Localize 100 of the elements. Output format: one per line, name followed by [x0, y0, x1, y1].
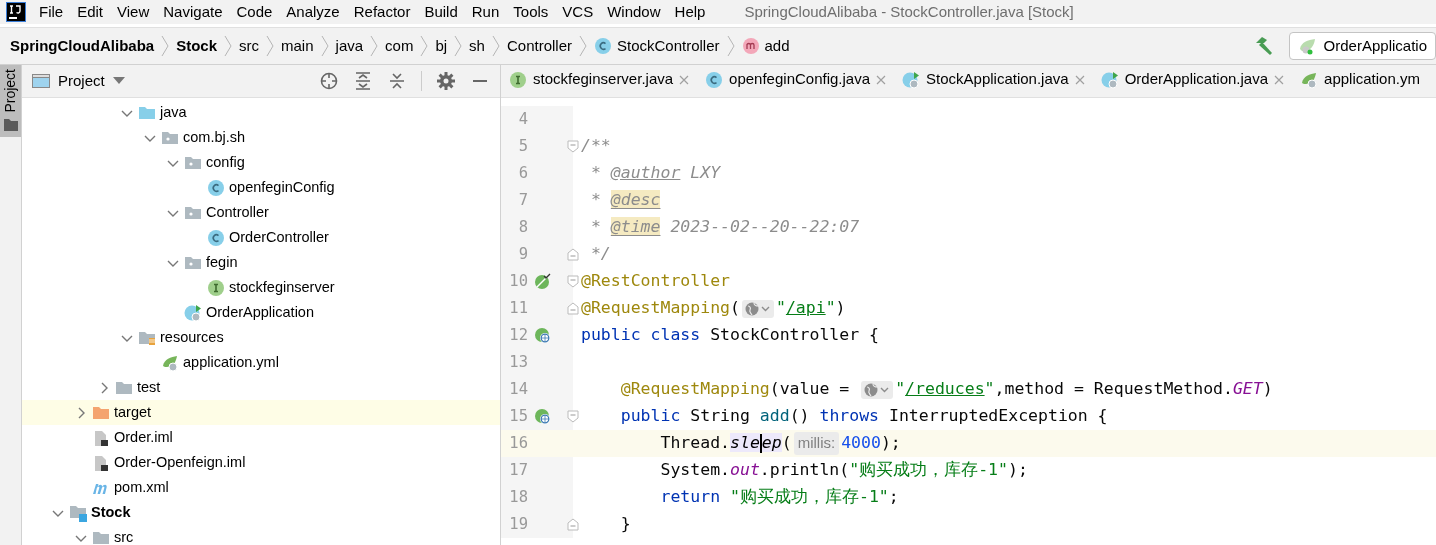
tree-item[interactable]: Order.iml	[22, 425, 500, 450]
tree-item[interactable]: stockfeginserver	[22, 275, 500, 300]
code-text: /**	[581, 135, 611, 158]
code-text: * @author LXY	[589, 162, 721, 185]
code-text: "/reduces",method = RequestMethod.GET)	[895, 378, 1273, 401]
spring-class-icon	[902, 70, 921, 89]
breadcrumb-link[interactable]: src	[239, 34, 260, 58]
menu-item[interactable]: Analyze	[279, 1, 347, 23]
app-logo-icon	[6, 2, 26, 22]
line-number: 11	[508, 297, 528, 319]
tree-item[interactable]: Order-Openfeign.iml	[22, 450, 500, 475]
breadcrumb-link[interactable]: StockController	[594, 34, 720, 58]
tree-item[interactable]: config	[22, 150, 500, 175]
run-config-selector[interactable]: OrderApplicatio	[1288, 32, 1436, 60]
chevron-icon	[420, 34, 429, 58]
line-number: 15	[508, 405, 528, 427]
editor-tab[interactable]: stockfeginserver.java	[501, 65, 698, 97]
tree-item[interactable]: target	[22, 400, 500, 425]
tree-item[interactable]: Stock	[22, 500, 500, 525]
locate-icon[interactable]	[319, 71, 339, 91]
fold-marker-icon[interactable]	[567, 518, 579, 531]
menu-item[interactable]: Navigate	[156, 1, 230, 23]
chevron-icon	[266, 34, 275, 58]
line-number: 18	[508, 486, 528, 508]
menu-item[interactable]: File	[32, 1, 71, 23]
fold-marker-icon[interactable]	[567, 302, 579, 315]
fold-marker-icon[interactable]	[567, 410, 579, 423]
breadcrumb-link[interactable]: Stock	[176, 34, 218, 58]
web-endpoint-icon[interactable]	[534, 327, 551, 344]
settings-icon[interactable]	[436, 71, 456, 91]
url-inlay-button[interactable]	[741, 299, 774, 318]
text-cursor	[759, 434, 762, 453]
method-icon	[741, 37, 760, 55]
menu-item[interactable]: Help	[667, 1, 713, 23]
code-text: ep(	[761, 432, 792, 455]
bean-icon[interactable]	[534, 273, 551, 290]
chevron-icon	[161, 34, 170, 58]
collapse-all-icon[interactable]	[387, 71, 407, 91]
line-number: 6	[517, 162, 528, 184]
class-icon	[594, 37, 612, 55]
close-icon[interactable]	[679, 74, 690, 85]
tree-item[interactable]: src	[22, 525, 500, 545]
menu-item[interactable]: Window	[600, 1, 668, 23]
tree-item[interactable]: test	[22, 375, 500, 400]
editor-tab[interactable]: StockApplication.java	[894, 65, 1093, 97]
line-number: 9	[517, 243, 528, 265]
fold-marker-icon[interactable]	[567, 140, 579, 153]
fold-marker-icon[interactable]	[567, 248, 579, 261]
menu-item[interactable]: View	[110, 1, 157, 23]
code-text: }	[619, 513, 631, 536]
line-number: 16	[508, 432, 528, 454]
spring-leaf-icon	[1300, 70, 1319, 89]
expand-all-icon[interactable]	[353, 71, 373, 91]
editor-tab[interactable]: application.ym	[1292, 65, 1428, 97]
close-icon[interactable]	[1074, 74, 1085, 85]
code-text: System.out.println("购买成功，库存-1");	[659, 459, 1028, 482]
menu-item[interactable]: Tools	[506, 1, 556, 23]
module-file-icon	[92, 428, 110, 447]
dropdown-caret-icon	[112, 77, 125, 85]
editor-tab[interactable]: openfeginConfig.java	[697, 65, 895, 97]
line-number: 17	[508, 459, 528, 481]
view-selector[interactable]: Project	[32, 69, 125, 93]
tree-item[interactable]: openfeginConfig	[22, 175, 500, 200]
tree-item[interactable]: fegin	[22, 250, 500, 275]
breadcrumb-link[interactable]: main	[281, 34, 314, 58]
tree-item[interactable]: application.yml	[22, 350, 500, 375]
breadcrumb-link[interactable]: java	[335, 34, 364, 58]
breadcrumb-link[interactable]: sh	[469, 34, 485, 58]
url-inlay-button[interactable]	[861, 380, 894, 399]
tool-window-tab[interactable]: Project	[0, 65, 21, 137]
breadcrumb-link[interactable]: com	[385, 34, 414, 58]
tree-item[interactable]: resources	[22, 325, 500, 350]
menu-item[interactable]: VCS	[555, 1, 601, 23]
line-number: 10	[508, 270, 528, 292]
menu-item[interactable]: Run	[464, 1, 507, 23]
module-icon	[69, 503, 87, 522]
breadcrumb-link[interactable]: add	[741, 34, 790, 58]
menu-item[interactable]: Edit	[70, 1, 111, 23]
breadcrumb-link[interactable]: Controller	[506, 34, 572, 58]
tree-item[interactable]: com.bj.sh	[22, 125, 500, 150]
class-icon	[705, 70, 724, 89]
tree-item[interactable]: Controller	[22, 200, 500, 225]
menu-item[interactable]: Refactor	[346, 1, 418, 23]
breadcrumb-link[interactable]: bj	[435, 34, 448, 58]
web-endpoint-icon[interactable]	[534, 408, 551, 425]
menu-item[interactable]: Code	[229, 1, 280, 23]
chevron-icon	[370, 34, 379, 58]
close-icon[interactable]	[1274, 74, 1285, 85]
close-icon[interactable]	[876, 74, 887, 85]
code-text: @RestController	[581, 270, 730, 293]
spring-app-icon	[1297, 36, 1318, 56]
editor-tab[interactable]: OrderApplication.java	[1092, 65, 1293, 97]
fold-marker-icon[interactable]	[567, 275, 579, 288]
breadcrumb-link[interactable]: SpringCloudAlibaba	[10, 34, 155, 58]
tree-item[interactable]: pom.xml	[22, 475, 500, 500]
code-text: public String add() throws InterruptedException {	[619, 405, 1108, 428]
tree-item[interactable]: java	[22, 100, 500, 125]
tree-item[interactable]: OrderController	[22, 225, 500, 250]
menu-item[interactable]: Build	[417, 1, 465, 23]
tree-item[interactable]: OrderApplication	[22, 300, 500, 325]
